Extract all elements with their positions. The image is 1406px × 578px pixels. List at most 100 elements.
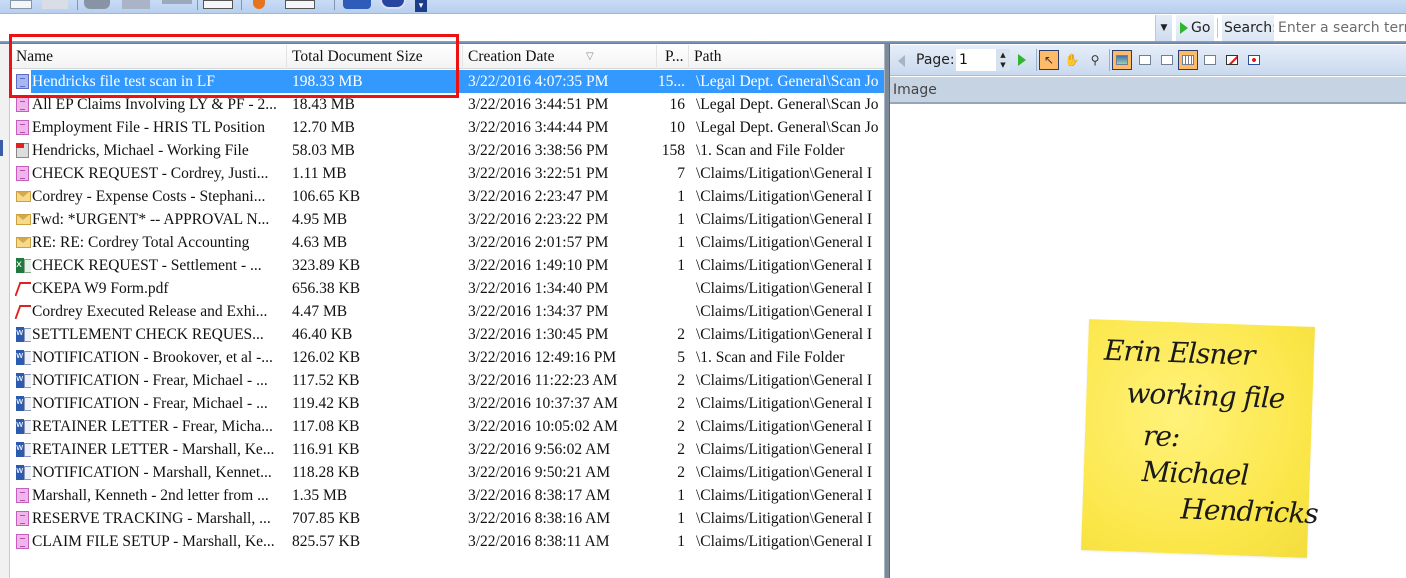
select-pointer-icon[interactable]: ↖ bbox=[1039, 50, 1059, 70]
table-row[interactable]: All EP Claims Involving LY & PF - 2... 18… bbox=[11, 93, 884, 116]
table-row[interactable]: Employment File - HRIS TL Position 12.70 … bbox=[11, 116, 884, 139]
table-row[interactable]: NOTIFICATION - Frear, Michael - ... 117.5… bbox=[11, 369, 884, 392]
cell-name: NOTIFICATION - Marshall, Kennet... bbox=[32, 464, 272, 481]
cell-creation-date: 3/22/2016 12:49:16 PM bbox=[468, 349, 617, 366]
blank-page-icon[interactable] bbox=[162, 0, 192, 4]
field-view-icon[interactable] bbox=[1157, 50, 1177, 70]
copy-icon[interactable] bbox=[42, 0, 68, 9]
file-type-cell bbox=[15, 369, 31, 392]
cell-name: Fwd: *URGENT* -- APPROVAL N... bbox=[32, 211, 270, 228]
column-header-creation-date[interactable]: Creation Date bbox=[463, 45, 657, 69]
search-input[interactable] bbox=[1274, 15, 1406, 41]
workflow-gear-icon[interactable] bbox=[343, 0, 371, 9]
table-row[interactable]: NOTIFICATION - Marshall, Kennet... 118.28… bbox=[11, 461, 884, 484]
file-type-cell bbox=[15, 116, 31, 139]
note-line: Michael bbox=[1141, 455, 1249, 492]
cell-path: \Claims/Litigation\General I bbox=[696, 464, 873, 481]
table-row[interactable]: CHECK REQUEST - Settlement - ... 323.89 K… bbox=[11, 254, 884, 277]
table-row[interactable]: CHECK REQUEST - Cordrey, Justi... 1.11 MB… bbox=[11, 162, 884, 185]
cell-creation-date: 3/22/2016 10:05:02 AM bbox=[468, 418, 618, 435]
page-view-icon[interactable] bbox=[1200, 50, 1220, 70]
table-row[interactable]: RESERVE TRACKING - Marshall, ... 707.85 K… bbox=[11, 507, 884, 530]
table-row[interactable]: RETAINER LETTER - Marshall, Ke... 116.91 … bbox=[11, 438, 884, 461]
cell-path: \Claims/Litigation\General I bbox=[696, 234, 873, 251]
cell-path: \Claims/Litigation\General I bbox=[696, 395, 873, 412]
column-header-path[interactable]: Path bbox=[689, 45, 884, 69]
word-file-icon bbox=[16, 415, 31, 437]
text-view-icon[interactable] bbox=[1135, 50, 1155, 70]
pdf-scan-file-icon bbox=[16, 143, 29, 158]
page-icon[interactable] bbox=[203, 0, 233, 9]
cell-pages: 15... bbox=[657, 73, 685, 90]
cell-size: 656.38 KB bbox=[292, 280, 361, 297]
field-icon[interactable] bbox=[285, 0, 315, 9]
help-icon[interactable] bbox=[380, 0, 406, 9]
cell-size: 18.43 MB bbox=[292, 96, 355, 113]
cell-name: All EP Claims Involving LY & PF - 2... bbox=[32, 96, 277, 113]
search-scope-dropdown[interactable]: ▼ bbox=[1155, 15, 1172, 41]
file-type-cell bbox=[15, 277, 31, 300]
cell-name: RESERVE TRACKING - Marshall, ... bbox=[32, 510, 271, 527]
column-header-size[interactable]: Total Document Size bbox=[287, 45, 463, 69]
cell-name: Cordrey - Expense Costs - Stephani... bbox=[32, 188, 266, 205]
table-row[interactable]: Marshall, Kenneth - 2nd letter from ... 1… bbox=[11, 484, 884, 507]
column-header-pages[interactable]: P... bbox=[657, 45, 689, 69]
table-row[interactable]: CKEPA W9 Form.pdf 656.38 KB 3/22/2016 1:34… bbox=[11, 277, 884, 300]
word-file-icon bbox=[16, 369, 31, 391]
cell-path: \Claims/Litigation\General I bbox=[696, 211, 873, 228]
tag-icon[interactable] bbox=[253, 0, 265, 9]
zoom-region-icon[interactable]: ⚲ bbox=[1085, 50, 1105, 70]
annotate-icon[interactable] bbox=[1222, 50, 1242, 70]
print-icon[interactable] bbox=[122, 0, 150, 9]
go-button[interactable]: Go bbox=[1176, 15, 1215, 41]
cell-creation-date: 3/22/2016 8:38:16 AM bbox=[468, 510, 611, 527]
pan-hand-icon[interactable]: ✋ bbox=[1062, 50, 1082, 70]
cell-size: 1.35 MB bbox=[292, 487, 348, 504]
table-row[interactable]: NOTIFICATION - Frear, Michael - ... 119.4… bbox=[11, 392, 884, 415]
note-line: Erin Elsner bbox=[1103, 333, 1255, 372]
note-line: Hendricks bbox=[1179, 492, 1319, 531]
cell-name: CKEPA W9 Form.pdf bbox=[32, 280, 169, 297]
cell-size: 4.63 MB bbox=[292, 234, 348, 251]
file-type-cell bbox=[15, 415, 31, 438]
table-row[interactable]: NOTIFICATION - Brookover, et al -... 126.… bbox=[11, 346, 884, 369]
table-row[interactable]: RETAINER LETTER - Frear, Micha... 117.08 … bbox=[11, 415, 884, 438]
table-row[interactable]: Cordrey - Expense Costs - Stephani... 106… bbox=[11, 185, 884, 208]
go-label: Go bbox=[1191, 20, 1211, 36]
table-row[interactable]: CLAIM FILE SETUP - Marshall, Ke... 825.57… bbox=[11, 530, 884, 553]
cell-size: 119.42 KB bbox=[292, 395, 360, 412]
cell-path: \Claims/Litigation\General I bbox=[696, 487, 873, 504]
table-row[interactable]: Hendricks file test scan in LF 198.33 MB 3… bbox=[11, 70, 884, 93]
cell-path: \Claims/Litigation\General I bbox=[696, 303, 873, 320]
page-spinner[interactable]: ▲ ▼ bbox=[996, 49, 1010, 71]
image-view-icon[interactable] bbox=[1112, 50, 1132, 70]
doc-pink-file-icon bbox=[16, 488, 29, 503]
cell-creation-date: 3/22/2016 1:34:40 PM bbox=[468, 280, 609, 297]
settings-gears-icon[interactable] bbox=[1244, 50, 1264, 70]
table-row[interactable]: Fwd: *URGENT* -- APPROVAL N... 4.95 MB 3/2… bbox=[11, 208, 884, 231]
cell-size: 825.57 KB bbox=[292, 533, 361, 550]
scanner-icon[interactable] bbox=[84, 0, 110, 9]
cell-size: 46.40 KB bbox=[292, 326, 353, 343]
previous-page-icon[interactable] bbox=[898, 55, 905, 67]
file-type-cell bbox=[15, 231, 31, 254]
cell-pages: 1 bbox=[677, 510, 685, 527]
word-file-icon bbox=[16, 323, 31, 345]
next-page-icon[interactable] bbox=[1018, 54, 1026, 66]
new-document-icon[interactable] bbox=[10, 0, 32, 9]
cell-size: 198.33 MB bbox=[292, 73, 363, 90]
cell-path: \Legal Dept. General\Scan Jo bbox=[696, 96, 879, 113]
table-row[interactable]: RE: RE: Cordrey Total Accounting 4.63 MB 3… bbox=[11, 231, 884, 254]
thumbnails-view-icon[interactable] bbox=[1178, 50, 1198, 70]
left-collapsed-panel[interactable] bbox=[0, 44, 10, 578]
cell-creation-date: 3/22/2016 3:38:56 PM bbox=[468, 142, 609, 159]
toolbar-overflow-chevron-icon[interactable]: ▾ bbox=[415, 0, 427, 12]
cell-size: 117.52 KB bbox=[292, 372, 360, 389]
cell-size: 4.95 MB bbox=[292, 211, 348, 228]
column-header-name[interactable]: Name bbox=[11, 45, 287, 69]
table-row[interactable]: Cordrey Executed Release and Exhi... 4.47… bbox=[11, 300, 884, 323]
table-row[interactable]: Hendricks, Michael - Working File 58.03 M… bbox=[11, 139, 884, 162]
cell-creation-date: 3/22/2016 2:23:22 PM bbox=[468, 211, 609, 228]
table-row[interactable]: SETTLEMENT CHECK REQUES... 46.40 KB 3/22/2… bbox=[11, 323, 884, 346]
cell-size: 117.08 KB bbox=[292, 418, 360, 435]
